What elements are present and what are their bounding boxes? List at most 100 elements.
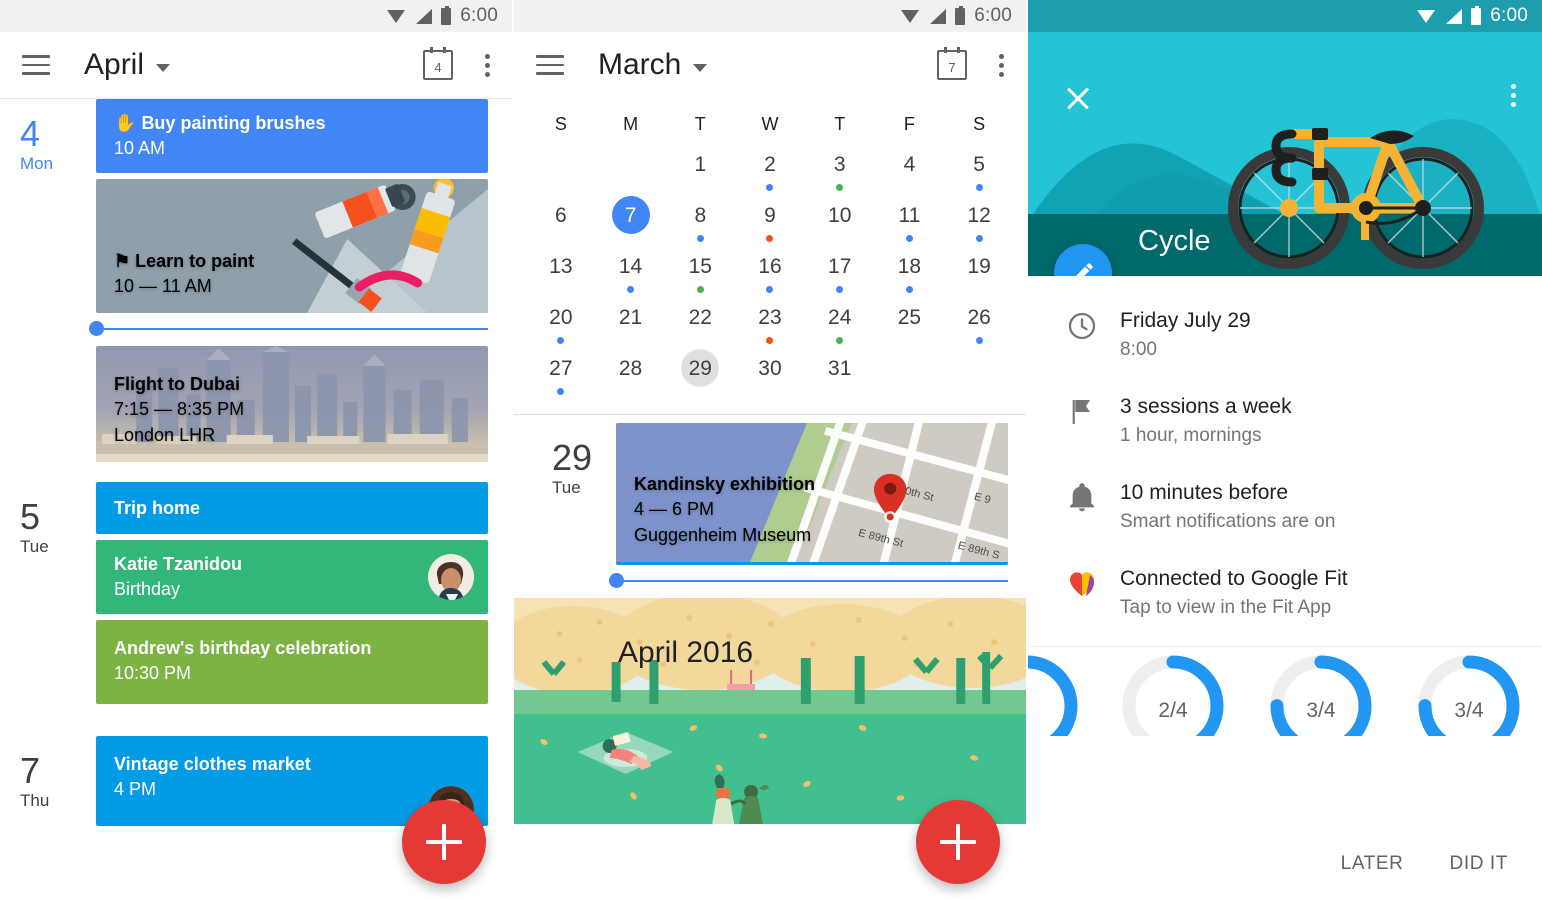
- day-events: Trip home Katie Tzanidou Birthday Andrew…: [96, 482, 512, 710]
- month-day-cell[interactable]: 30: [735, 349, 805, 400]
- month-day-cell[interactable]: 19: [944, 247, 1014, 298]
- day-label: 29 Tue: [534, 423, 616, 598]
- event-time: 4 — 6 PM: [634, 499, 715, 519]
- month-day-cell[interactable]: 5: [944, 145, 1014, 196]
- month-day-cell[interactable]: 2: [735, 145, 805, 196]
- month-day-cell[interactable]: 25: [875, 298, 945, 349]
- progress-ring-value: 3/4: [1306, 699, 1336, 722]
- month-day-cell[interactable]: 31: [805, 349, 875, 400]
- month-day-cell[interactable]: 20: [526, 298, 596, 349]
- month-day-number: 2: [764, 152, 776, 176]
- later-button[interactable]: LATER: [1341, 853, 1404, 875]
- chevron-down-icon[interactable]: [156, 64, 171, 72]
- current-time-bar: [624, 579, 1008, 582]
- schedule-day-group: 29 Tue E 90th St E 89th St E 9 E 89th S …: [514, 423, 1026, 598]
- overflow-menu-icon[interactable]: [485, 53, 490, 77]
- wifi-icon: [901, 9, 920, 23]
- month-day-cell[interactable]: 18: [875, 247, 945, 298]
- month-day-number: [542, 145, 580, 183]
- did-it-button[interactable]: DID IT: [1450, 853, 1509, 875]
- overflow-menu-icon[interactable]: [999, 53, 1004, 77]
- progress-ring: 3/4: [1268, 653, 1374, 736]
- detail-sub: 8:00: [1120, 339, 1157, 360]
- month-day-cell[interactable]: 6: [526, 196, 596, 247]
- event-dot: [696, 235, 704, 242]
- month-day-cell[interactable]: 26: [944, 298, 1014, 349]
- month-day-cell[interactable]: 14: [596, 247, 666, 298]
- month-day-number: 30: [758, 356, 782, 380]
- month-day-cell[interactable]: 1: [665, 145, 735, 196]
- event-card-kandinsky[interactable]: E 90th St E 89th St E 9 E 89th S Kandins…: [616, 423, 1008, 565]
- event-dot: [975, 184, 983, 191]
- event-chip-task[interactable]: ✋ Buy painting brushes 10 AM: [96, 99, 488, 173]
- today-calendar-icon[interactable]: 7: [937, 47, 967, 80]
- event-card-learn-to-paint[interactable]: ⚑ Learn to paint 10 — 11 AM: [96, 179, 488, 313]
- hamburger-menu-icon[interactable]: [536, 55, 564, 75]
- wifi-icon: [1417, 9, 1436, 23]
- battery-icon: [955, 5, 966, 25]
- month-week-row: 27 28 29 30 31: [526, 349, 1014, 400]
- detail-row-notification[interactable]: 10 minutes before Smart notifications ar…: [1028, 464, 1542, 550]
- chevron-down-icon[interactable]: [693, 64, 708, 72]
- event-dot: [766, 337, 774, 344]
- month-day-cell[interactable]: 17: [805, 247, 875, 298]
- goal-action-bar: LATER DID IT: [1028, 828, 1542, 900]
- month-day-cell[interactable]: 11: [875, 196, 945, 247]
- month-day-cell[interactable]: 3: [805, 145, 875, 196]
- event-dot: [766, 235, 774, 242]
- month-day-cell[interactable]: 10: [805, 196, 875, 247]
- month-day-cell[interactable]: 23: [735, 298, 805, 349]
- month-day-cell[interactable]: 12: [944, 196, 1014, 247]
- today-calendar-icon[interactable]: 4: [423, 47, 453, 80]
- month-day-cell[interactable]: 9: [735, 196, 805, 247]
- add-event-fab[interactable]: [916, 800, 1000, 884]
- page-title[interactable]: March: [598, 48, 681, 82]
- event-time: 4 PM: [114, 779, 157, 799]
- month-day-cell[interactable]: 8: [665, 196, 735, 247]
- detail-row-google-fit[interactable]: Connected to Google Fit Tap to view in t…: [1028, 550, 1542, 636]
- detail-main: 3 sessions a week: [1120, 395, 1292, 418]
- month-day-cell[interactable]: 13: [526, 247, 596, 298]
- detail-row-frequency[interactable]: 3 sessions a week 1 hour, mornings: [1028, 378, 1542, 464]
- clock-icon: [1066, 306, 1120, 342]
- event-chip-andrew-birthday[interactable]: Andrew's birthday celebration 10:30 PM: [96, 620, 488, 704]
- month-day-cell[interactable]: 28: [596, 349, 666, 400]
- current-time-indicator: [89, 321, 488, 336]
- day-number: 4: [20, 113, 41, 154]
- month-day-number: 25: [897, 305, 922, 329]
- status-bar: 6:00: [514, 0, 1026, 32]
- panel-month-march: 6:00 March 7 S M T W T F S 1 2 3 4 5 6 7 8 9 10 11…: [514, 0, 1028, 900]
- event-chip-birthday[interactable]: Katie Tzanidou Birthday: [96, 540, 488, 614]
- hamburger-menu-icon[interactable]: [22, 55, 50, 75]
- weekday-header: T: [694, 114, 706, 134]
- add-event-fab[interactable]: [402, 800, 486, 884]
- event-title: ✋ Buy painting brushes: [114, 111, 470, 135]
- close-icon[interactable]: [1064, 84, 1092, 112]
- page-title[interactable]: April: [84, 48, 144, 82]
- month-day-number: 11: [898, 203, 921, 227]
- month-day-cell[interactable]: 4: [875, 145, 945, 196]
- month-day-cell[interactable]: 16: [735, 247, 805, 298]
- detail-row-schedule[interactable]: Friday July 29 8:00: [1028, 292, 1542, 378]
- weekday-header: F: [903, 114, 915, 134]
- schedule-day-group: 5 Tue Trip home Katie Tzanidou Birthday: [0, 482, 512, 710]
- month-day-cell[interactable]: 15: [665, 247, 735, 298]
- event-card-flight-to-dubai[interactable]: Flight to Dubai 7:15 — 8:35 PM London LH…: [96, 346, 488, 462]
- event-chip-trip-home[interactable]: Trip home: [96, 482, 488, 534]
- detail-main: 10 minutes before: [1120, 481, 1289, 504]
- month-day-cell[interactable]: 27: [526, 349, 596, 400]
- month-week-row: 13 14 15 16 17 18 19: [526, 247, 1014, 298]
- event-title: Kandinsky exhibition: [634, 474, 816, 494]
- month-day-number: 27: [549, 356, 573, 380]
- month-day-cell[interactable]: 24: [805, 298, 875, 349]
- month-day-cell[interactable]: 22: [665, 298, 735, 349]
- panel-goal-detail-cycle: 6:00 Cycle Friday July 29 8:00 3 session…: [1028, 0, 1542, 900]
- month-day-cell[interactable]: 7: [596, 196, 666, 247]
- month-day-cell[interactable]: 29: [665, 349, 735, 400]
- month-week-row: 20 21 22 23 24 25 26: [526, 298, 1014, 349]
- spring-park-illustration: [514, 598, 1026, 824]
- banner-title: April 2016: [618, 636, 754, 669]
- overflow-menu-icon[interactable]: [1511, 84, 1516, 107]
- schedule-list: 4 Mon ✋ Buy painting brushes 10 AM ⚑ Lea…: [0, 99, 512, 832]
- month-day-cell[interactable]: 21: [596, 298, 666, 349]
